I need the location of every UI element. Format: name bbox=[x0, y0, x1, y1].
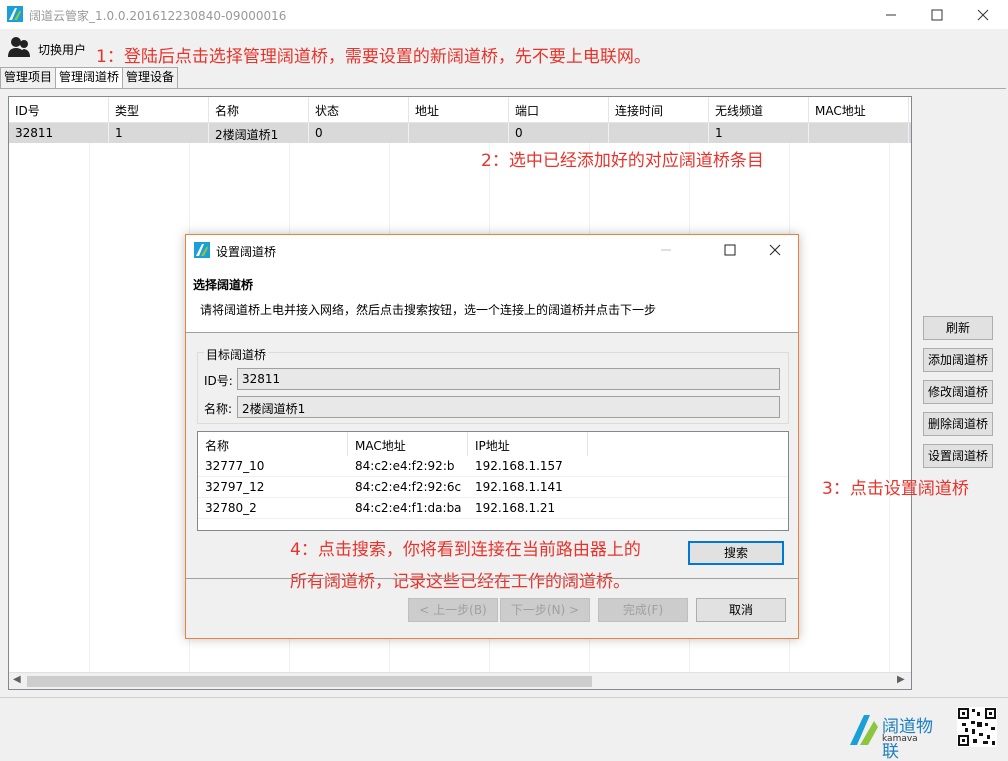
cell-name: 2楼阔道桥1 bbox=[209, 123, 309, 143]
list-header-name[interactable]: 名称 bbox=[198, 432, 348, 456]
next-button[interactable]: 下一步(N) > bbox=[500, 598, 590, 622]
maximize-icon[interactable] bbox=[914, 0, 960, 29]
column-header[interactable]: 名称 bbox=[209, 97, 309, 123]
list-cell-mac: 84:c2:e4:f1:da:ba bbox=[355, 501, 462, 515]
cell-address bbox=[409, 123, 509, 143]
qr-code-icon bbox=[957, 707, 997, 747]
search-button[interactable]: 搜索 bbox=[688, 541, 784, 565]
list-cell-name: 32777_10 bbox=[205, 459, 265, 473]
edit-bridge-button[interactable]: 修改阔道桥 bbox=[923, 380, 993, 404]
column-header[interactable]: 状态 bbox=[309, 97, 409, 123]
user-row: 切换用户 1：登陆后点击选择管理阔道桥，需要设置的新阔道桥，先不要上电联网。 bbox=[0, 29, 1008, 67]
cell-firmware bbox=[909, 123, 911, 143]
id-field[interactable]: 32811 bbox=[237, 368, 780, 390]
column-header[interactable]: 连接时间 bbox=[609, 97, 709, 123]
brand-logo-icon bbox=[850, 715, 878, 745]
prev-button[interactable]: < 上一步(B) bbox=[408, 598, 498, 622]
scroll-right-icon[interactable]: ▶ bbox=[897, 674, 905, 685]
dialog-header: 选择阔道桥 请将阔道桥上电并接入网络，然后点击搜索按钮，选一个连接上的阔道桥并点… bbox=[186, 265, 798, 333]
list-cell-mac: 84:c2:e4:f2:92:6c bbox=[355, 480, 462, 494]
column-header[interactable]: MAC地址 bbox=[809, 97, 909, 123]
list-cell-ip: 192.168.1.21 bbox=[475, 501, 556, 515]
finish-button[interactable]: 完成(F) bbox=[598, 598, 688, 622]
horizontal-scrollbar[interactable]: ◀ ▶ bbox=[9, 672, 911, 689]
brand-sub: kamava bbox=[882, 734, 918, 744]
setup-bridge-dialog: 设置阔道桥 选择阔道桥 请将阔道桥上电并接入网络，然后点击搜索按钮，选一个连接上… bbox=[185, 234, 799, 639]
dialog-title: 设置阔道桥 bbox=[216, 245, 277, 259]
minimize-icon[interactable] bbox=[868, 0, 914, 29]
dialog-title-bar: 设置阔道桥 bbox=[186, 235, 798, 265]
setup-bridge-button[interactable]: 设置阔道桥 bbox=[923, 444, 993, 468]
switch-user-button[interactable]: 切换用户 bbox=[38, 41, 86, 58]
list-cell-name: 32780_2 bbox=[205, 501, 257, 515]
id-label: ID号: bbox=[204, 374, 233, 388]
cell-id: 32811 bbox=[9, 123, 109, 143]
brand-logo: 阔道物联 kamava bbox=[848, 710, 948, 761]
list-cell-name: 32797_12 bbox=[205, 480, 265, 494]
list-cell-ip: 192.168.1.157 bbox=[475, 459, 563, 473]
dialog-heading: 选择阔道桥 bbox=[193, 278, 254, 292]
table-header: ID号 类型 名称 状态 地址 端口 连接时间 无线频道 MAC地址 固件 bbox=[9, 97, 911, 123]
users-icon[interactable] bbox=[8, 35, 30, 59]
refresh-button[interactable]: 刷新 bbox=[923, 316, 993, 340]
cell-status: 0 bbox=[309, 123, 409, 143]
search-result-list: 名称 MAC地址 IP地址 32777_10 84:c2:e4:f2:92:b … bbox=[197, 431, 789, 531]
column-header[interactable]: 地址 bbox=[409, 97, 509, 123]
table-row[interactable]: 32811 1 2楼阔道桥1 0 0 1 bbox=[9, 123, 911, 143]
window-title: 阔道云管家_1.0.0.201612230840-09000016 bbox=[29, 9, 287, 23]
list-header-mac[interactable]: MAC地址 bbox=[348, 432, 468, 456]
annotation-step4-line1: 4：点击搜索，你将看到连接在当前路由器上的 bbox=[290, 540, 641, 560]
name-label: 名称: bbox=[204, 402, 233, 416]
column-header[interactable]: 固件 bbox=[909, 97, 911, 123]
group-label: 目标阔道桥 bbox=[204, 346, 269, 363]
close-icon[interactable] bbox=[960, 0, 1006, 29]
scrollbar-thumb[interactable] bbox=[27, 676, 592, 687]
annotation-step2: 2：选中已经添加好的对应阔道桥条目 bbox=[481, 151, 764, 171]
cell-channel: 1 bbox=[709, 123, 809, 143]
list-item[interactable]: 32780_2 84:c2:e4:f1:da:ba 192.168.1.21 bbox=[198, 498, 788, 519]
list-item[interactable]: 32797_12 84:c2:e4:f2:92:6c 192.168.1.141 bbox=[198, 477, 788, 498]
cell-type: 1 bbox=[109, 123, 209, 143]
annotation-step3: 3：点击设置阔道桥 bbox=[822, 479, 969, 499]
list-cell-mac: 84:c2:e4:f2:92:b bbox=[355, 459, 455, 473]
column-header[interactable]: 类型 bbox=[109, 97, 209, 123]
dialog-description: 请将阔道桥上电并接入网络，然后点击搜索按钮，选一个连接上的阔道桥并点击下一步 bbox=[200, 303, 657, 317]
app-logo-icon bbox=[7, 6, 23, 22]
title-bar: 阔道云管家_1.0.0.201612230840-09000016 bbox=[0, 0, 1008, 29]
scroll-left-icon[interactable]: ◀ bbox=[13, 674, 21, 685]
dialog-minimize-icon[interactable] bbox=[660, 244, 672, 259]
delete-bridge-button[interactable]: 删除阔道桥 bbox=[923, 412, 993, 436]
dialog-app-icon bbox=[194, 242, 210, 258]
annotation-step1: 1：登陆后点击选择管理阔道桥，需要设置的新阔道桥，先不要上电联网。 bbox=[96, 47, 651, 67]
name-field[interactable]: 2楼阔道桥1 bbox=[237, 396, 780, 418]
dialog-close-icon[interactable] bbox=[769, 244, 781, 259]
tab-divider bbox=[0, 88, 1006, 89]
list-cell-ip: 192.168.1.141 bbox=[475, 480, 563, 494]
tab-manage-bridges[interactable]: 管理阔道桥 bbox=[55, 67, 124, 89]
column-header[interactable]: 端口 bbox=[509, 97, 609, 123]
tab-manage-devices[interactable]: 管理设备 bbox=[122, 67, 179, 88]
column-header[interactable]: ID号 bbox=[9, 97, 109, 123]
cancel-button[interactable]: 取消 bbox=[696, 598, 786, 622]
column-header[interactable]: 无线频道 bbox=[709, 97, 809, 123]
cell-port: 0 bbox=[509, 123, 609, 143]
dialog-maximize-icon[interactable] bbox=[724, 244, 736, 259]
dialog-separator bbox=[186, 578, 798, 579]
cell-connect-time bbox=[609, 123, 709, 143]
tab-manage-projects[interactable]: 管理项目 bbox=[0, 67, 57, 88]
add-bridge-button[interactable]: 添加阔道桥 bbox=[923, 348, 993, 372]
list-item[interactable]: 32777_10 84:c2:e4:f2:92:b 192.168.1.157 bbox=[198, 456, 788, 477]
cell-mac bbox=[809, 123, 909, 143]
list-header-ip[interactable]: IP地址 bbox=[468, 432, 588, 456]
status-divider bbox=[0, 697, 1008, 698]
tab-bar: 管理项目 管理阔道桥 管理设备 bbox=[0, 67, 179, 89]
annotation-step4-line2: 所有阔道桥，记录这些已经在工作的阔道桥。 bbox=[290, 572, 630, 592]
